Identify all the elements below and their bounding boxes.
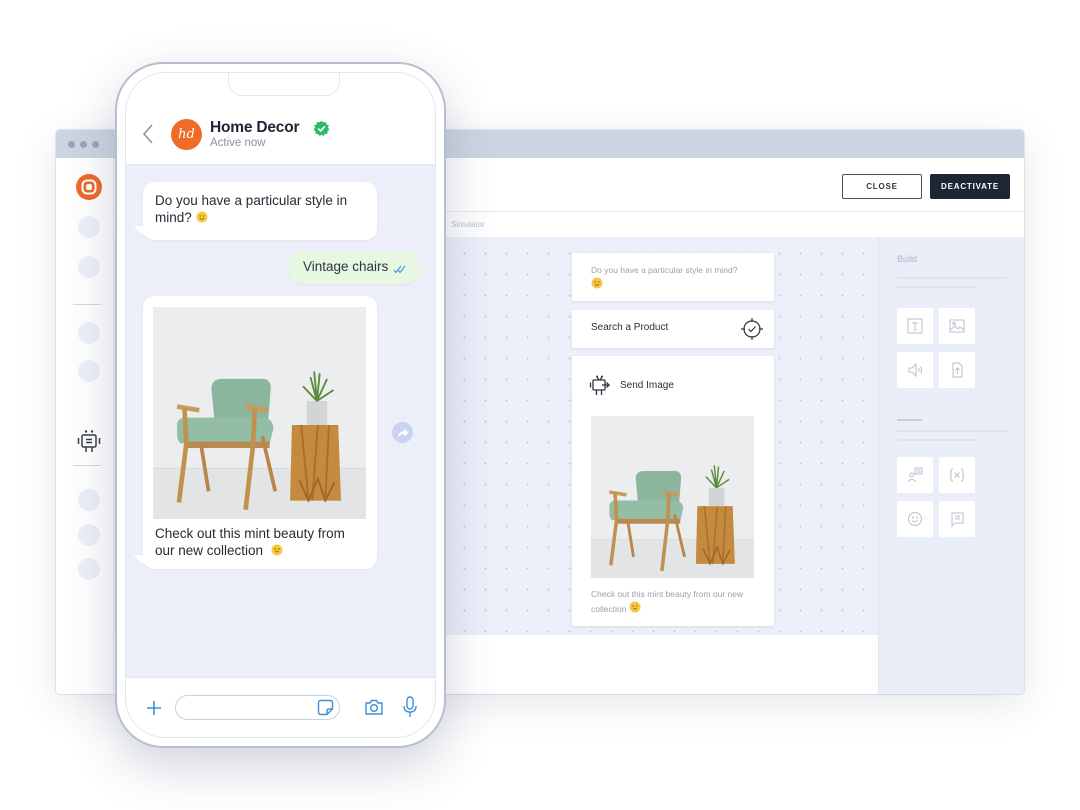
- chat-message-incoming: Do you have a particular style in mind?: [143, 182, 377, 240]
- camera-icon[interactable]: [364, 698, 384, 716]
- chair-photo-illustration: [591, 416, 754, 578]
- emoji-tool[interactable]: [897, 501, 933, 537]
- sticker-icon[interactable]: [317, 699, 334, 716]
- message-input[interactable]: [175, 695, 340, 720]
- slightly-smiling-face-icon: [196, 211, 208, 223]
- text-icon: [907, 318, 923, 334]
- phone-simulator: hd Home Decor Active now Do you have a p…: [115, 62, 446, 748]
- target-logo-icon[interactable]: [76, 174, 102, 200]
- search-product-label: Search a Product: [591, 322, 669, 333]
- variable-icon: [949, 468, 965, 482]
- image-caption: Check out this mint beauty from our new …: [155, 526, 345, 558]
- phone-screen: hd Home Decor Active now Do you have a p…: [125, 72, 436, 738]
- sidebar-item[interactable]: [78, 322, 100, 344]
- smiley-icon: [908, 512, 922, 526]
- flow-card-send-image[interactable]: Send Image Check out this mint beauty fr…: [572, 356, 774, 626]
- smiling-face-icon: [271, 544, 283, 556]
- placeholder-line: [897, 277, 1007, 279]
- verified-badge-icon: [313, 120, 330, 137]
- chair-photo-illustration: [153, 307, 366, 519]
- file-tool[interactable]: [939, 352, 975, 388]
- message-text: Vintage chairs: [303, 259, 389, 274]
- placeholder-line: [897, 430, 1007, 432]
- slightly-smiling-face-icon: [591, 277, 603, 289]
- image-icon: [949, 319, 965, 333]
- window-dot[interactable]: [80, 141, 87, 148]
- sidebar-item[interactable]: [78, 558, 100, 580]
- agent-chat-icon: [907, 467, 923, 483]
- window-dot[interactable]: [68, 141, 75, 148]
- sidebar-item[interactable]: [78, 216, 100, 238]
- image-tool[interactable]: [939, 308, 975, 344]
- chat-message-outgoing: Vintage chairs: [289, 251, 419, 284]
- flow-card-question[interactable]: Do you have a particular style in mind?: [572, 253, 774, 301]
- sidebar-divider: [73, 304, 101, 305]
- send-image-caption: Check out this mint beauty from our new …: [591, 589, 744, 614]
- app-sidebar: [56, 158, 114, 694]
- contact-status: Active now: [210, 137, 266, 149]
- avatar[interactable]: hd: [171, 119, 202, 150]
- bookmark-tool[interactable]: [939, 501, 975, 537]
- product-image: [591, 416, 754, 578]
- file-upload-icon: [952, 362, 963, 378]
- sidebar-item[interactable]: [78, 256, 100, 278]
- chat-message-image: Check out this mint beauty from our new …: [143, 296, 377, 569]
- deactivate-button[interactable]: DEACTIVATE: [930, 174, 1010, 199]
- audio-tool[interactable]: [897, 352, 933, 388]
- flow-card-search-product[interactable]: Search a Product: [572, 310, 774, 348]
- text-tool[interactable]: [897, 308, 933, 344]
- message-flag-icon: [951, 512, 964, 528]
- forward-arrow-icon: [397, 428, 408, 437]
- forward-button[interactable]: [392, 422, 413, 443]
- speaker-icon: [908, 362, 922, 378]
- smiling-face-icon: [629, 601, 641, 613]
- send-image-label: Send Image: [620, 380, 674, 391]
- contact-name: Home Decor: [210, 119, 300, 136]
- placeholder-line: [897, 286, 977, 288]
- plus-icon[interactable]: [145, 699, 163, 717]
- robot-icon[interactable]: [75, 428, 103, 456]
- chevron-left-icon[interactable]: [141, 123, 155, 145]
- sidebar-item[interactable]: [78, 489, 100, 511]
- agent-tool[interactable]: [897, 457, 933, 493]
- robot-send-icon: [589, 375, 610, 395]
- placeholder-line: [897, 439, 979, 441]
- phone-notch: [228, 73, 340, 96]
- variable-tool[interactable]: [939, 457, 975, 493]
- close-button[interactable]: CLOSE: [842, 174, 922, 199]
- sidebar-item[interactable]: [78, 360, 100, 382]
- double-check-read-icon: [393, 265, 406, 274]
- chat-product-image[interactable]: [153, 307, 366, 519]
- chat-input-bar: [126, 677, 435, 737]
- sidebar-item[interactable]: [78, 524, 100, 546]
- simulator-label: Simulator: [451, 220, 485, 229]
- section-divider: [897, 419, 922, 421]
- flow-card-question-text: Do you have a particular style in mind?: [591, 264, 751, 292]
- message-text: Do you have a particular style in mind?: [155, 193, 348, 225]
- microphone-icon[interactable]: [403, 696, 417, 718]
- sidebar-divider: [73, 465, 101, 466]
- window-dot[interactable]: [92, 141, 99, 148]
- build-panel-title: Build: [897, 254, 918, 264]
- crosshair-check-icon: [741, 318, 763, 340]
- build-panel: Build: [878, 237, 1024, 694]
- window-controls: [68, 141, 99, 148]
